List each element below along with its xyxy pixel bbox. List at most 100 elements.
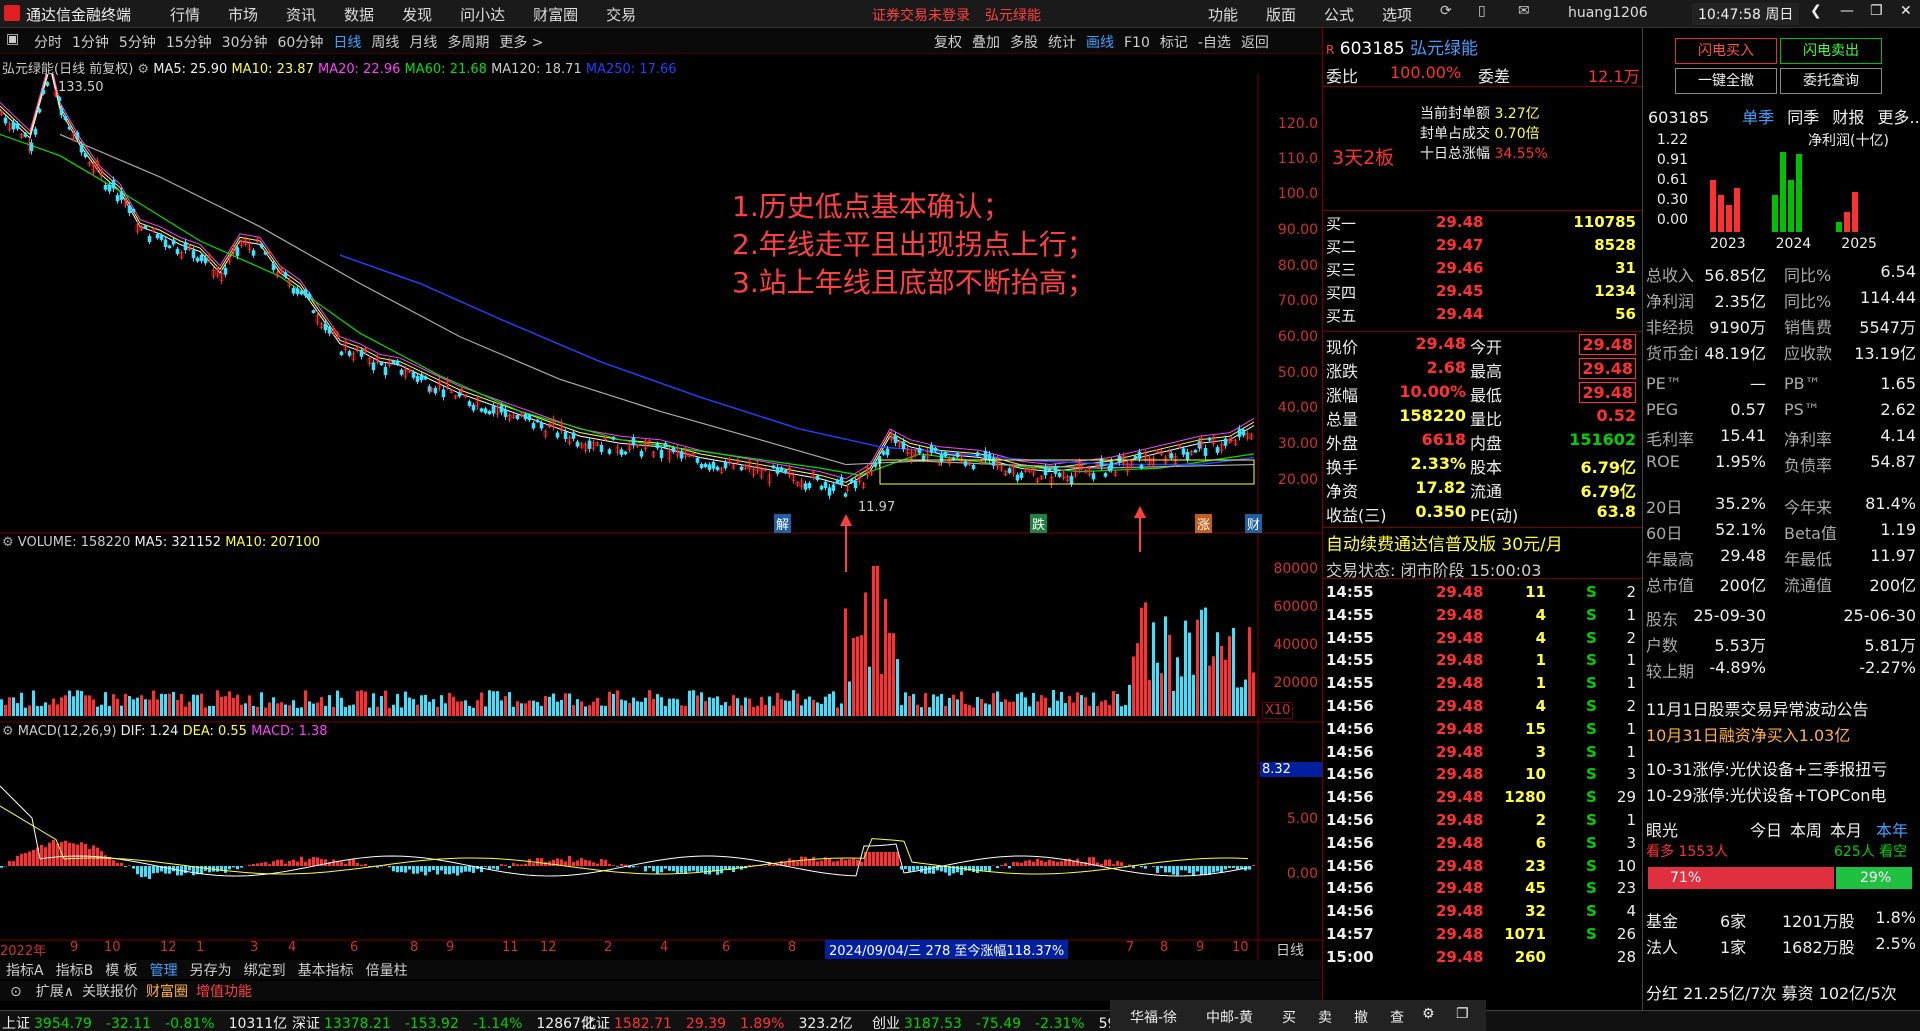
menu-item[interactable]: 财富圈 (533, 6, 578, 24)
chart-tool[interactable]: -自选 (1198, 35, 1231, 51)
chart-tool[interactable]: 画线 (1086, 35, 1114, 51)
period-tab[interactable]: 月线 (409, 35, 437, 51)
indicator-tab[interactable]: 绑定到 (244, 963, 286, 979)
chart-tool[interactable]: 复权 (934, 35, 962, 51)
indicator-tab[interactable]: 模 板 (105, 963, 137, 979)
menu-item[interactable]: 发现 (402, 6, 432, 24)
window-icon[interactable]: ❐ (1456, 1006, 1469, 1022)
indicator-tab[interactable]: 另存为 (190, 963, 232, 979)
period-tab[interactable]: 更多 > (499, 35, 543, 51)
bid-row[interactable]: 买一 29.48 110785 (1326, 213, 1636, 234)
fund-tab[interactable]: 同季 (1787, 108, 1819, 127)
menu-item[interactable]: 市场 (228, 6, 258, 24)
period-tab[interactable]: 60分钟 (278, 35, 324, 51)
sentiment-tab[interactable]: 本周 (1790, 817, 1822, 841)
menu-item[interactable]: 交易 (606, 6, 636, 24)
phone-icon[interactable]: ▯ (1478, 3, 1486, 19)
login-notice[interactable]: 证券交易未登录 (872, 5, 970, 25)
bid-row[interactable]: 买三 29.46 31 (1326, 259, 1636, 280)
sentiment-tab[interactable]: 本年 (1876, 817, 1908, 841)
order-query-button[interactable]: 委托查询 (1780, 68, 1882, 94)
broker-tab[interactable]: 华福-徐 (1130, 1007, 1177, 1027)
mail-icon[interactable]: ✉ (1518, 3, 1530, 19)
minimize-icon[interactable]: — (1840, 3, 1854, 19)
menu-item[interactable]: 公式 (1324, 6, 1354, 24)
fund-tab[interactable]: 单季 (1742, 108, 1774, 127)
indicator-tab[interactable]: 倍量柱 (366, 963, 408, 979)
period-tab[interactable]: 15分钟 (166, 35, 212, 51)
tick-count: 28 (1616, 947, 1636, 966)
extension-tab[interactable]: 增值功能 (196, 984, 252, 1000)
buy-button[interactable]: 买 (1282, 1007, 1296, 1027)
index-quote[interactable]: 北证 1582.71 29.39 1.89% 323.2亿 (582, 1013, 853, 1031)
period-tab[interactable]: 周线 (371, 35, 399, 51)
bid-row[interactable]: 买五 29.44 56 (1326, 305, 1636, 326)
news-item[interactable]: 10月31日融资净买入1.03亿 (1646, 722, 1916, 746)
chart-tool[interactable]: 统计 (1048, 35, 1076, 51)
chart-tool[interactable]: 返回 (1241, 35, 1269, 51)
query-button[interactable]: 查 (1390, 1007, 1404, 1027)
menu-item[interactable]: 行情 (170, 6, 200, 24)
period-tab[interactable]: 30分钟 (222, 35, 268, 51)
username[interactable]: huang1206 (1568, 5, 1648, 21)
bull-bar[interactable]: 71% (1648, 867, 1834, 889)
restore-icon[interactable]: ❐ (1870, 3, 1883, 19)
news-item[interactable]: 10-31涨停:光伏设备+三季报扭亏 (1646, 756, 1916, 780)
menu-item[interactable]: 资讯 (286, 6, 316, 24)
fund-tab[interactable]: 更多.. (1878, 108, 1920, 127)
close-icon[interactable]: ✕ (1900, 3, 1912, 19)
extension-tab[interactable]: 财富圈 (146, 984, 188, 1000)
chart-tool[interactable]: 叠加 (972, 35, 1000, 51)
sentiment-tab[interactable]: 今日 (1750, 817, 1782, 841)
period-tab[interactable]: 1分钟 (72, 35, 109, 51)
finance-mark[interactable]: 财 (1245, 514, 1263, 533)
settings-icon[interactable]: ⚙ (2, 535, 14, 550)
sidebar-toggle-icon[interactable]: ▣ (6, 31, 19, 47)
period-tab[interactable]: 多周期 (447, 35, 489, 51)
unlock-mark[interactable]: 解 (774, 514, 792, 533)
sentiment-tab[interactable]: 本月 (1830, 817, 1862, 841)
menu-item[interactable]: 数据 (344, 6, 374, 24)
extension-tab[interactable]: 扩展∧ (36, 984, 74, 1000)
index-quote[interactable]: 深证 13378.21 -153.92 -1.14% 12867亿 (292, 1013, 595, 1031)
period-tab[interactable]: 5分钟 (119, 35, 156, 51)
indicator-tab[interactable]: 管理 (150, 963, 178, 979)
period-tab[interactable]: 分时 (34, 35, 62, 51)
gear-icon[interactable]: ⚙ (1422, 1006, 1435, 1022)
fund-tab[interactable]: 财报 (1832, 108, 1864, 127)
menu-item[interactable]: 版面 (1266, 6, 1296, 24)
index-quote[interactable]: 上证 3954.79 -32.11 -0.81% 10311亿 (2, 1013, 287, 1031)
cancel-button[interactable]: 撤 (1354, 1007, 1368, 1027)
broker-tab[interactable]: 中邮-黄 (1206, 1007, 1253, 1027)
bid-row[interactable]: 买二 29.47 8528 (1326, 236, 1636, 257)
index-quote[interactable]: 创业3187.53-75.49-2.31%5953 (872, 1013, 1134, 1031)
rise-mark[interactable]: 涨 (1195, 514, 1213, 533)
kline-chart[interactable] (0, 74, 1326, 964)
refresh-icon[interactable]: ⟳ (1440, 3, 1452, 19)
sell-button[interactable]: 卖 (1318, 1007, 1332, 1027)
flash-buy-button[interactable]: 闪电买入 (1675, 38, 1777, 64)
bear-bar[interactable]: 29% (1836, 867, 1912, 889)
chart-tool[interactable]: 标记 (1160, 35, 1188, 51)
news-item[interactable]: 11月1日股票交易异常波动公告 (1646, 696, 1916, 720)
period-tab-active[interactable]: 日线 (333, 35, 361, 51)
menu-item[interactable]: 功能 (1208, 6, 1238, 24)
extension-tab[interactable]: 关联报价 (82, 984, 138, 1000)
bid-row[interactable]: 买四 29.45 1234 (1326, 282, 1636, 303)
toggle-icon[interactable]: ⊙ (10, 984, 22, 1000)
flash-sell-button[interactable]: 闪电卖出 (1780, 38, 1882, 64)
period-label[interactable]: 日线 (1276, 940, 1304, 960)
drop-mark[interactable]: 跌 (1030, 514, 1048, 533)
menu-item[interactable]: 选项 (1382, 6, 1412, 24)
cancel-all-button[interactable]: 一键全撤 (1675, 68, 1777, 94)
menu-item[interactable]: 问小达 (460, 6, 505, 24)
promo-banner[interactable]: 自动续费通达信普及版 30元/月 (1326, 530, 1563, 555)
chart-tool[interactable]: F10 (1124, 35, 1150, 51)
indicator-tab[interactable]: 指标A (6, 963, 44, 979)
back-icon[interactable]: ❮ (1810, 3, 1822, 19)
indicator-tab[interactable]: 指标B (56, 963, 94, 979)
chart-tool[interactable]: 多股 (1010, 35, 1038, 51)
news-item[interactable]: 10-29涨停:光伏设备+TOPCon电 (1646, 782, 1916, 806)
settings-icon[interactable]: ⚙ (2, 724, 14, 739)
indicator-tab[interactable]: 基本指标 (298, 963, 354, 979)
